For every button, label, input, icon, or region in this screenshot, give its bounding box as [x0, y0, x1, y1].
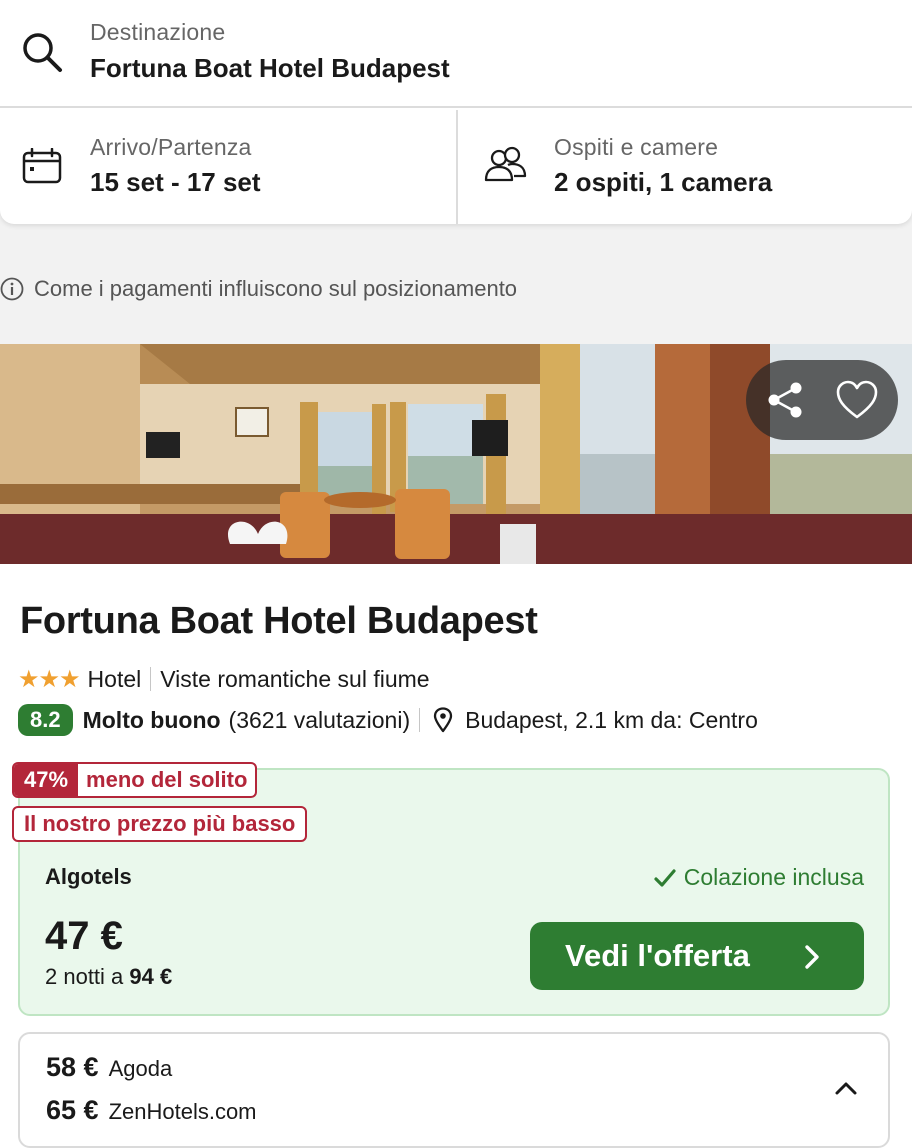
share-icon[interactable]: [766, 380, 806, 420]
star-rating-icon: ★★★: [18, 665, 81, 693]
discount-badge: 47% meno del solito: [12, 762, 258, 798]
dates-value: 15 set - 17 set: [90, 167, 261, 197]
deal-total-prefix: 2 notti a: [45, 964, 130, 989]
heart-icon[interactable]: [836, 380, 878, 420]
offer-price: 58 €: [46, 1052, 99, 1082]
breakfast-text: Colazione inclusa: [683, 864, 864, 890]
hotel-photo[interactable]: [0, 344, 912, 564]
deal-total-amount: 94 €: [129, 964, 173, 989]
view-offer-label: Vedi l'offerta: [565, 938, 750, 973]
rating-word: Molto buono: [82, 706, 221, 733]
offer-provider: Agoda: [108, 1056, 173, 1081]
breakfast-included: Colazione inclusa: [654, 864, 864, 891]
chevron-right-icon: [805, 945, 819, 969]
divider: [419, 708, 421, 732]
divider: [150, 667, 152, 691]
destination-value: Fortuna Boat Hotel Budapest: [90, 53, 450, 83]
guests-label: Ospiti e camere: [554, 134, 719, 160]
guests-field[interactable]: Ospiti e camere 2 ospiti, 1 camera: [456, 110, 912, 224]
check-icon: [654, 868, 676, 887]
lowest-price-badge: Il nostro prezzo più basso: [12, 806, 308, 842]
chevron-up-icon[interactable]: [834, 1080, 858, 1096]
rating-row: 8.2 Molto buono (3621 valutazioni) Budap…: [18, 704, 758, 736]
hotel-card: Fortuna Boat Hotel Budapest ★★★ Hotel Vi…: [0, 344, 912, 1148]
hotel-type: Hotel: [87, 665, 142, 692]
photo-actions: [746, 360, 898, 440]
deal-price: 47 €: [45, 914, 123, 958]
hotel-meta: ★★★ Hotel Viste romantiche sul fiume: [18, 664, 430, 694]
deal-provider: Algotels: [45, 864, 132, 889]
offer-row: 65 € ZenHotels.com: [46, 1095, 257, 1126]
hotel-feature: Viste romantiche sul fiume: [160, 665, 430, 692]
other-offers-box[interactable]: 58 € Agoda 65 € ZenHotels.com: [18, 1032, 890, 1148]
deal-total: 2 notti a 94 €: [45, 964, 172, 990]
ranking-info-text: Come i pagamenti influiscono sul posizio…: [34, 276, 518, 301]
info-icon: [0, 277, 24, 301]
offer-row: 58 € Agoda: [46, 1052, 172, 1083]
review-count: (3621 valutazioni): [228, 706, 411, 733]
score-badge: 8.2: [18, 704, 73, 736]
calendar-icon: [22, 148, 62, 184]
location-pin-icon: [433, 707, 453, 733]
hotel-name[interactable]: Fortuna Boat Hotel Budapest: [20, 600, 538, 643]
guests-icon: [484, 146, 527, 182]
offer-provider: ZenHotels.com: [108, 1099, 257, 1124]
search-icon: [23, 33, 62, 72]
search-panel: Destinazione Fortuna Boat Hotel Budapest…: [0, 0, 912, 224]
dates-label: Arrivo/Partenza: [90, 134, 252, 160]
discount-text: meno del solito: [86, 767, 248, 792]
location-text: Budapest, 2.1 km da: Centro: [465, 706, 758, 733]
dates-field[interactable]: Arrivo/Partenza 15 set - 17 set: [0, 110, 454, 224]
guests-value: 2 ospiti, 1 camera: [554, 167, 773, 197]
destination-field[interactable]: Destinazione Fortuna Boat Hotel Budapest: [0, 0, 912, 108]
ranking-info-link[interactable]: Come i pagamenti influiscono sul posizio…: [0, 276, 517, 302]
destination-label: Destinazione: [90, 19, 226, 45]
offer-price: 65 €: [46, 1095, 99, 1125]
discount-percent: 47%: [14, 764, 79, 796]
view-offer-button[interactable]: Vedi l'offerta: [530, 922, 864, 990]
